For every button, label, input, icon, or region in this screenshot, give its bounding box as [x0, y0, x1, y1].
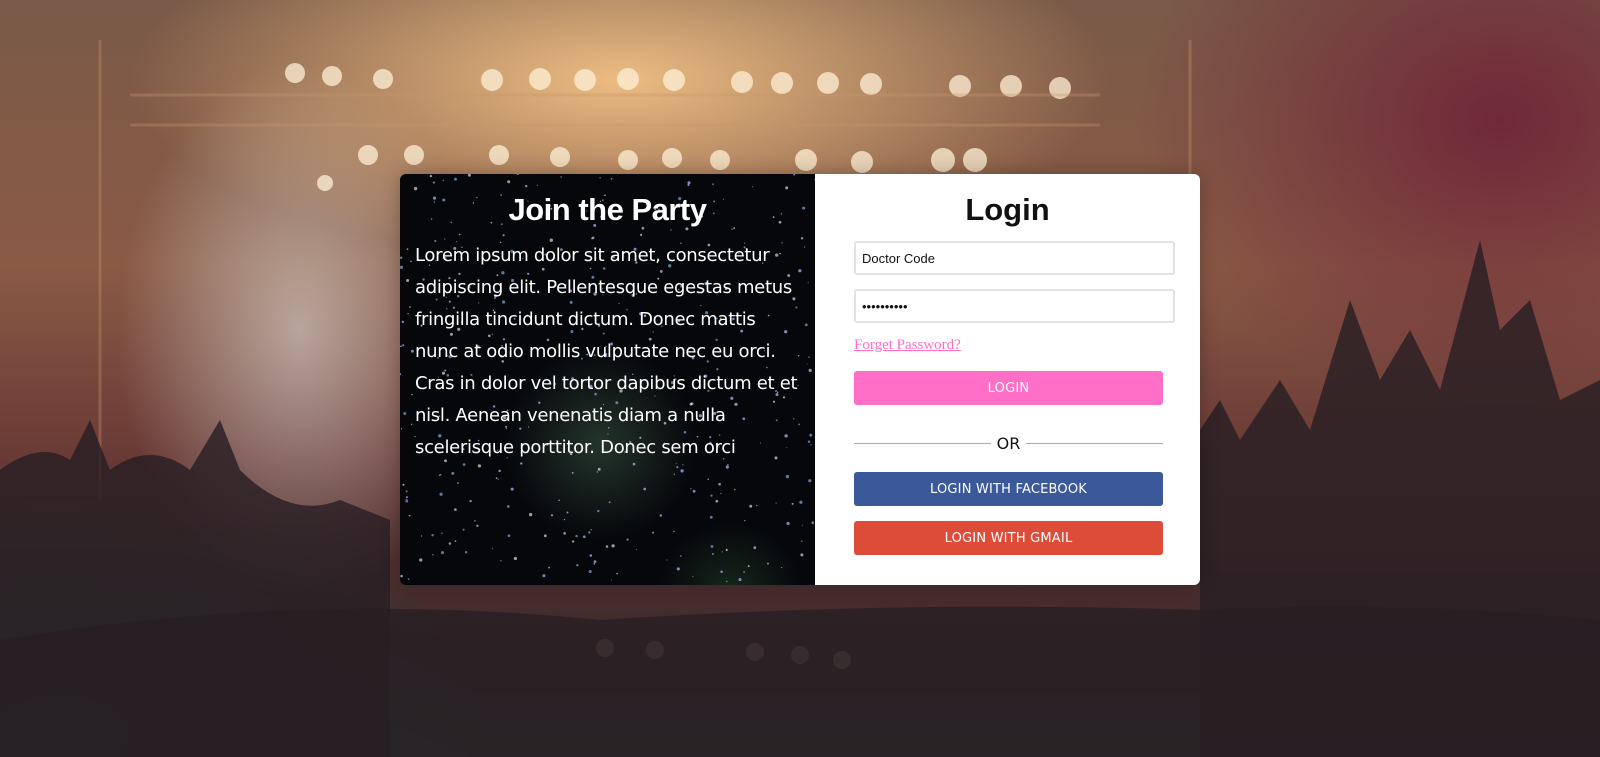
login-button[interactable]: LOGIN: [854, 371, 1163, 405]
username-input[interactable]: [854, 241, 1175, 275]
login-panel: Login Forget Password? LOGIN OR LOGIN WI…: [815, 174, 1200, 585]
forgot-password-link[interactable]: Forget Password?: [854, 337, 961, 354]
or-divider: OR: [854, 433, 1163, 453]
or-label: OR: [996, 433, 1021, 453]
stage-lights: [285, 63, 1071, 191]
divider-line-left: [854, 442, 991, 444]
promo-title: Join the Party: [508, 192, 708, 227]
gmail-login-button[interactable]: LOGIN WITH GMAIL: [854, 521, 1163, 555]
promo-text: Lorem ipsum dolor sit amet, consectetur …: [415, 245, 798, 458]
promo-panel: Join the Party Lorem ipsum dolor sit ame…: [400, 174, 815, 585]
divider-line-right: [1026, 442, 1163, 444]
login-title: Login: [965, 192, 1050, 227]
login-card: Join the Party Lorem ipsum dolor sit ame…: [400, 174, 1200, 585]
password-input[interactable]: [854, 289, 1175, 323]
facebook-login-button[interactable]: LOGIN WITH FACEBOOK: [854, 472, 1163, 506]
